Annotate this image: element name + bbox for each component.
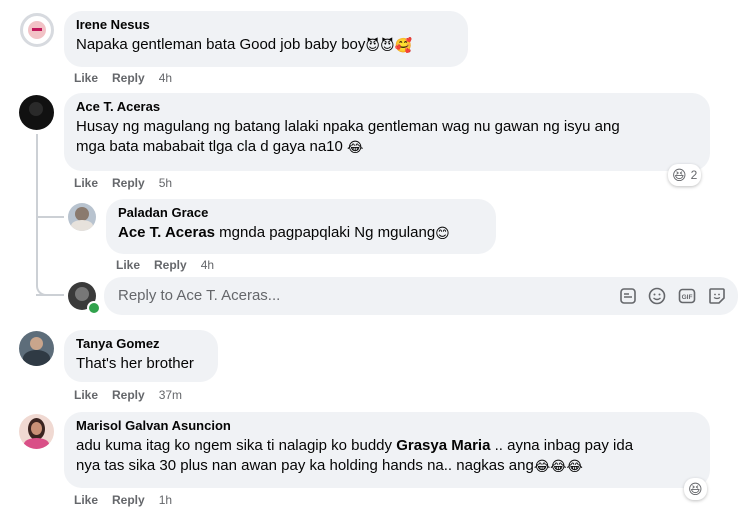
- reply-button[interactable]: Reply: [112, 71, 145, 85]
- reply-actions: Like Reply 4h: [116, 257, 214, 273]
- comment-text-line2: nya tas sika 30 plus nan awan pay ka hol…: [76, 457, 534, 474]
- comment-text: That's her brother: [76, 355, 194, 372]
- comment-bubble-tanya: Tanya Gomez That's her brother: [64, 330, 218, 382]
- emoji-icon[interactable]: [647, 286, 667, 306]
- like-button[interactable]: Like: [74, 388, 98, 402]
- comment-actions: Like Reply 37m: [74, 387, 182, 403]
- comment-actions: Like Reply 1h: [74, 492, 172, 508]
- comment-author[interactable]: Tanya Gomez: [76, 336, 206, 352]
- avatar-marisol-asuncion[interactable]: [19, 414, 54, 449]
- thread-line-branch: [36, 216, 64, 218]
- reaction-count: 2: [690, 168, 698, 182]
- comment-time[interactable]: 4h: [159, 71, 172, 85]
- reaction-summary[interactable]: 😆 2: [668, 164, 702, 186]
- like-button[interactable]: Like: [74, 493, 98, 507]
- comment-bubble-marisol: Marisol Galvan Asuncion adu kuma itag ko…: [64, 412, 710, 488]
- reply-button[interactable]: Reply: [112, 493, 145, 507]
- comment-text-line1-start: adu kuma itag ko ngem sika ti nalagip ko…: [76, 437, 397, 454]
- sticker-icon[interactable]: [618, 286, 638, 306]
- comment-text: Napaka gentleman bata Good job baby boy: [76, 36, 366, 53]
- comment-time[interactable]: 1h: [159, 493, 172, 507]
- comment-emojis: 😂😂😂: [533, 458, 583, 474]
- comment-emojis: 😂: [347, 139, 364, 155]
- thread-line-vertical: [36, 134, 38, 284]
- comment-bubble-irene: Irene Nesus Napaka gentleman bata Good j…: [64, 11, 468, 67]
- avatar-tanya-gomez[interactable]: [19, 331, 54, 366]
- comment-author[interactable]: Irene Nesus: [76, 17, 456, 33]
- avatar-ace-aceras[interactable]: [19, 95, 54, 130]
- comment-text-line2: mga bata mababait tlga cla d gaya na10: [76, 138, 343, 155]
- comment-actions: Like Reply 5h: [74, 175, 172, 191]
- comment-mention[interactable]: Grasya Maria: [396, 437, 490, 454]
- reply-emojis: 😊: [435, 225, 450, 241]
- svg-text:GIF: GIF: [682, 294, 693, 301]
- reply-author[interactable]: Paladan Grace: [118, 205, 484, 221]
- reply-mention[interactable]: Ace T. Aceras: [118, 224, 215, 241]
- avatar-current-user[interactable]: [68, 282, 101, 315]
- avatar-sticker-icon[interactable]: [707, 286, 727, 306]
- like-button[interactable]: Like: [74, 71, 98, 85]
- haha-reaction-icon: 😆: [672, 167, 687, 183]
- avatar-irene-nesus[interactable]: [20, 13, 54, 47]
- comment-text-line1-end: .. ayna inbag pay ida: [490, 437, 634, 454]
- gif-icon[interactable]: GIF: [677, 286, 697, 306]
- comment-author[interactable]: Ace T. Aceras: [76, 99, 698, 115]
- reaction-summary[interactable]: 😆: [684, 478, 707, 500]
- haha-reaction-icon: 😆: [688, 481, 703, 497]
- avatar-paladan-grace[interactable]: [68, 203, 96, 231]
- comment-emojis: 😈😈🥰: [365, 37, 412, 53]
- reply-composer[interactable]: Reply to Ace T. Aceras... GIF: [104, 277, 738, 315]
- comment-time[interactable]: 37m: [159, 388, 182, 402]
- reply-button[interactable]: Reply: [112, 388, 145, 402]
- comment-actions: Like Reply 4h: [74, 70, 172, 86]
- reply-time[interactable]: 4h: [201, 258, 214, 272]
- reply-text: mgnda pagpapqlaki Ng mgulang: [215, 224, 436, 241]
- like-button[interactable]: Like: [116, 258, 140, 272]
- reply-button[interactable]: Reply: [154, 258, 187, 272]
- comment-bubble-ace: Ace T. Aceras Husay ng magulang ng batan…: [64, 93, 710, 171]
- reply-bubble-paladan: Paladan Grace Ace T. Aceras mgnda pagpap…: [106, 199, 496, 254]
- comment-author[interactable]: Marisol Galvan Asuncion: [76, 418, 698, 434]
- reply-button[interactable]: Reply: [112, 176, 145, 190]
- online-status-indicator: [87, 301, 101, 315]
- reply-input-placeholder[interactable]: Reply to Ace T. Aceras...: [118, 287, 280, 304]
- comment-text-line1: Husay ng magulang ng batang lalaki npaka…: [76, 118, 620, 135]
- comment-time[interactable]: 5h: [159, 176, 172, 190]
- like-button[interactable]: Like: [74, 176, 98, 190]
